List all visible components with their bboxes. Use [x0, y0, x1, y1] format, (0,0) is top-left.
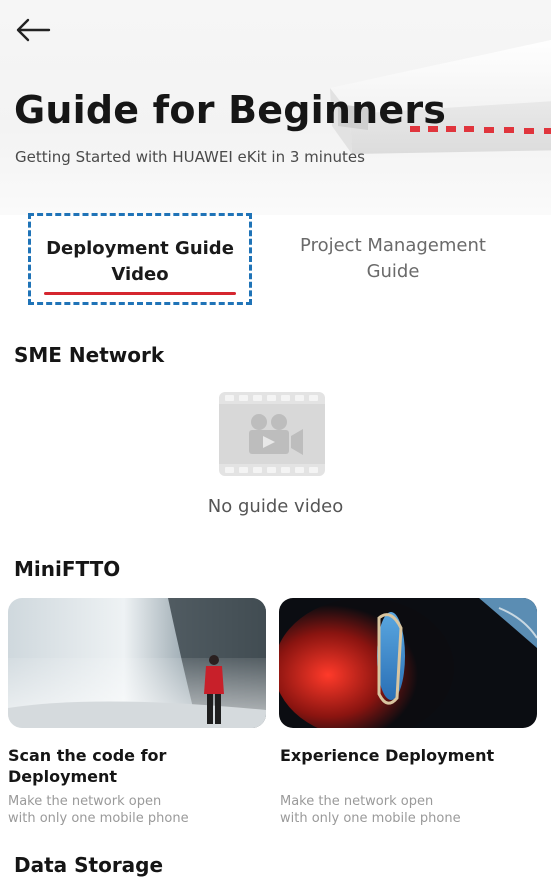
section-title-miniftto: MiniFTTO — [14, 557, 121, 581]
page-subtitle: Getting Started with HUAWEI eKit in 3 mi… — [15, 148, 365, 166]
airplane-window-thumbnail — [279, 598, 537, 728]
waterfall-thumbnail — [8, 598, 266, 728]
page-title: Guide for Beginners — [14, 88, 447, 132]
back-arrow-icon — [16, 18, 51, 42]
video-placeholder-icon — [219, 392, 325, 476]
video-card-experience-deployment[interactable] — [279, 598, 537, 728]
section-title-sme-network: SME Network — [14, 343, 165, 367]
card-description-scan-code: Make the network open with only one mobi… — [8, 794, 189, 826]
card-title-scan-code: Scan the code for Deployment — [8, 746, 167, 786]
header-banner: Guide for Beginners Getting Started with… — [0, 0, 551, 215]
back-button[interactable] — [12, 10, 54, 50]
tab-deployment-guide-video[interactable]: Deployment Guide Video — [28, 213, 252, 305]
no-video-message: No guide video — [207, 496, 344, 517]
active-tab-indicator — [44, 292, 236, 295]
tab-label: Deployment Guide Video — [46, 238, 234, 285]
section-title-data-storage: Data Storage — [14, 853, 164, 877]
card-description-experience-deployment: Make the network open with only one mobi… — [280, 794, 461, 826]
card-title-experience-deployment: Experience Deployment — [280, 746, 495, 765]
video-card-scan-code[interactable] — [8, 598, 266, 728]
tab-project-management-guide[interactable]: Project Management Guide — [270, 233, 516, 285]
